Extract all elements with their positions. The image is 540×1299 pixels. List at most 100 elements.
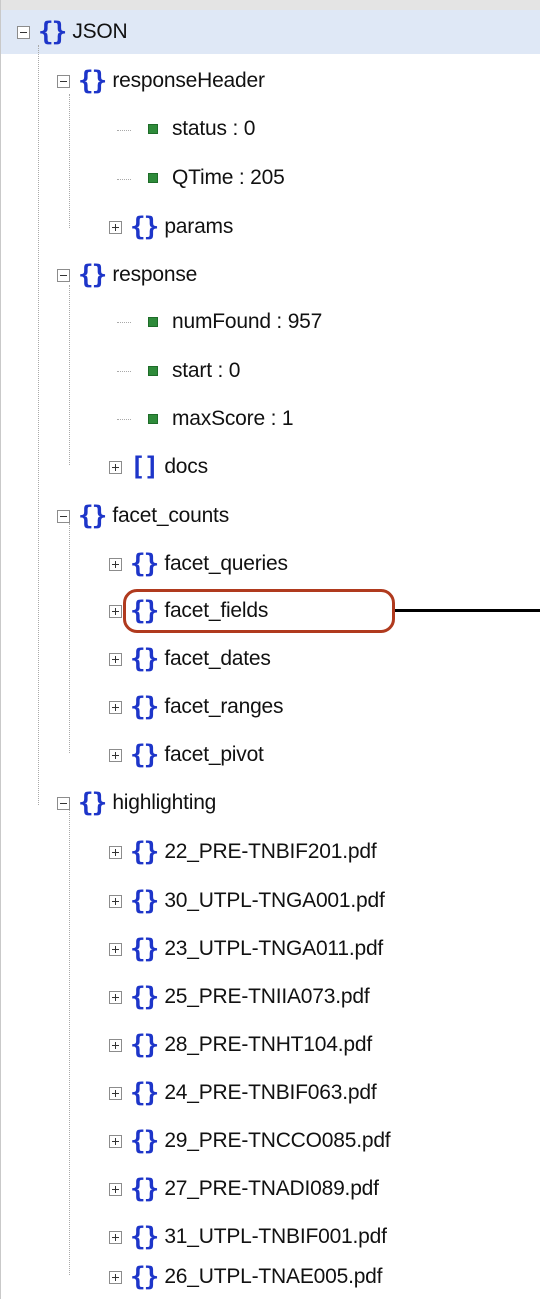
- expand-icon[interactable]: [109, 894, 122, 908]
- tree-guide-line: [117, 130, 131, 131]
- object-braces-icon: {}: [78, 501, 107, 531]
- leaf-value-icon: [148, 366, 158, 376]
- tree-node-response[interactable]: {} response: [57, 253, 197, 297]
- node-label: facet_ranges: [164, 695, 284, 718]
- tree-node-params[interactable]: {} params: [109, 205, 233, 249]
- node-label: facet_counts: [112, 504, 229, 527]
- tree-leaf-maxscore[interactable]: maxScore : 1: [148, 397, 294, 441]
- collapse-icon[interactable]: [57, 268, 70, 282]
- collapse-icon[interactable]: [57, 74, 70, 88]
- tree-node-highlight-doc[interactable]: {} 24_PRE-TNBIF063.pdf: [109, 1071, 377, 1115]
- tree-leaf-qtime[interactable]: QTime : 205: [148, 156, 285, 200]
- object-braces-icon: {}: [130, 837, 159, 867]
- tree-guide-line: [117, 419, 131, 420]
- leaf-separator: :: [233, 166, 251, 189]
- tree-node-facet-dates[interactable]: {} facet_dates: [109, 637, 271, 681]
- tree-node-highlighting[interactable]: {} highlighting: [57, 781, 216, 825]
- callout-highlight-box: [123, 589, 395, 633]
- tree-guide-line: [117, 179, 131, 180]
- node-label: 27_PRE-TNADI089.pdf: [164, 1177, 379, 1200]
- expand-icon[interactable]: [109, 845, 122, 859]
- node-label: docs: [164, 455, 208, 478]
- leaf-separator: :: [264, 407, 282, 430]
- tree-leaf-status[interactable]: status : 0: [148, 107, 255, 151]
- tree-leaf-numfound[interactable]: numFound : 957: [148, 300, 322, 344]
- node-label: JSON: [72, 20, 128, 43]
- object-braces-icon: {}: [78, 788, 107, 818]
- object-braces-icon: {}: [130, 1222, 159, 1252]
- tree-guide-line: [69, 94, 70, 228]
- leaf-separator: :: [270, 310, 288, 333]
- node-label: 28_PRE-TNHT104.pdf: [164, 1033, 372, 1056]
- node-label: responseHeader: [112, 69, 265, 92]
- collapse-icon[interactable]: [17, 25, 30, 39]
- tree-guide-line: [69, 285, 70, 465]
- object-braces-icon: {}: [130, 740, 159, 770]
- tree-node-facet-queries[interactable]: {} facet_queries: [109, 542, 288, 586]
- tree-node-docs[interactable]: [] docs: [109, 445, 208, 489]
- expand-icon[interactable]: [109, 1270, 122, 1284]
- collapse-icon[interactable]: [57, 509, 70, 523]
- tree-node-highlight-doc[interactable]: {} 26_UTPL-TNAE005.pdf: [109, 1255, 382, 1299]
- tree-leaf-start[interactable]: start : 0: [148, 349, 240, 393]
- tree-node-facet-pivot[interactable]: {} facet_pivot: [109, 733, 264, 777]
- collapse-icon[interactable]: [57, 796, 70, 810]
- tree-guide-line: [69, 810, 70, 1275]
- expand-icon[interactable]: [109, 1086, 122, 1100]
- expand-icon[interactable]: [109, 700, 122, 714]
- object-braces-icon: {}: [130, 1126, 159, 1156]
- tree-node-responseheader[interactable]: {} responseHeader: [57, 59, 265, 103]
- node-label: 26_UTPL-TNAE005.pdf: [164, 1265, 383, 1288]
- callout-pointer-line: [395, 609, 540, 612]
- expand-icon[interactable]: [109, 604, 122, 618]
- expand-icon[interactable]: [109, 1182, 122, 1196]
- tree-guide-line: [117, 371, 131, 372]
- tree-node-highlight-doc[interactable]: {} 22_PRE-TNBIF201.pdf: [109, 830, 377, 874]
- leaf-value-icon: [148, 173, 158, 183]
- leaf-key: numFound: [172, 310, 271, 333]
- tree-node-highlight-doc[interactable]: {} 25_PRE-TNIIA073.pdf: [109, 975, 370, 1019]
- panel-header-band: [1, 0, 540, 10]
- tree-node-highlight-doc[interactable]: {} 30_UTPL-TNGA001.pdf: [109, 879, 385, 923]
- tree-node-highlight-doc[interactable]: {} 31_UTPL-TNBIF001.pdf: [109, 1215, 387, 1259]
- expand-icon[interactable]: [109, 1038, 122, 1052]
- leaf-value: 205: [250, 166, 285, 189]
- expand-icon[interactable]: [109, 1230, 122, 1244]
- tree-node-facet-counts[interactable]: {} facet_counts: [57, 494, 229, 538]
- leaf-separator: :: [226, 117, 244, 140]
- leaf-value-icon: [148, 414, 158, 424]
- object-braces-icon: {}: [130, 692, 159, 722]
- object-braces-icon: {}: [130, 934, 159, 964]
- node-label: 31_UTPL-TNBIF001.pdf: [164, 1225, 387, 1248]
- leaf-value-icon: [148, 124, 158, 134]
- node-label: facet_pivot: [164, 743, 264, 766]
- tree-node-facet-ranges[interactable]: {} facet_ranges: [109, 685, 284, 729]
- tree-node-highlight-doc[interactable]: {} 29_PRE-TNCCO085.pdf: [109, 1119, 391, 1163]
- leaf-value: 957: [287, 310, 323, 333]
- tree-node-highlight-doc[interactable]: {} 27_PRE-TNADI089.pdf: [109, 1167, 379, 1211]
- node-label: 22_PRE-TNBIF201.pdf: [164, 840, 377, 863]
- json-tree-panel: {} JSON {} responseHeader status : 0 QTi…: [0, 0, 540, 1299]
- object-braces-icon: {}: [38, 17, 67, 47]
- tree-node-json-root[interactable]: {} JSON: [17, 10, 128, 54]
- tree-node-highlight-doc[interactable]: {} 28_PRE-TNHT104.pdf: [109, 1023, 372, 1067]
- object-braces-icon: {}: [78, 260, 107, 290]
- expand-icon[interactable]: [109, 652, 122, 666]
- expand-icon[interactable]: [109, 557, 122, 571]
- object-braces-icon: {}: [130, 1262, 159, 1292]
- object-braces-icon: {}: [130, 644, 159, 674]
- leaf-value: 0: [228, 359, 241, 382]
- tree-node-highlight-doc[interactable]: {} 23_UTPL-TNGA011.pdf: [109, 927, 383, 971]
- expand-icon[interactable]: [109, 990, 122, 1004]
- object-braces-icon: {}: [130, 549, 159, 579]
- expand-icon[interactable]: [109, 942, 122, 956]
- leaf-value-icon: [148, 317, 158, 327]
- object-braces-icon: {}: [130, 982, 159, 1012]
- expand-icon[interactable]: [109, 220, 122, 234]
- expand-icon[interactable]: [109, 460, 122, 474]
- node-label: 30_UTPL-TNGA001.pdf: [164, 889, 385, 912]
- expand-icon[interactable]: [109, 1134, 122, 1148]
- node-label: 23_UTPL-TNGA011.pdf: [164, 937, 384, 960]
- expand-icon[interactable]: [109, 748, 122, 762]
- leaf-separator: :: [211, 359, 229, 382]
